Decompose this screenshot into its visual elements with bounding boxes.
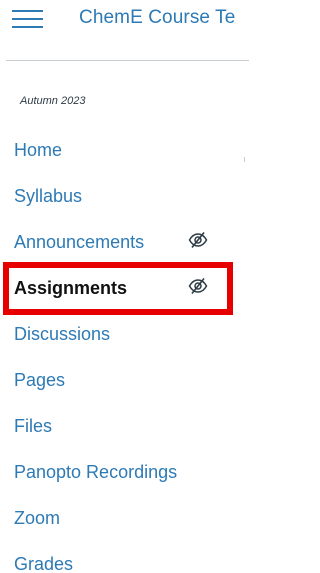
top-bar: ChemE Course Te (0, 0, 253, 40)
nav-item-label: Discussions (14, 323, 111, 344)
hamburger-icon[interactable] (11, 9, 45, 29)
eye-slash-icon (188, 231, 208, 249)
eye-slash-icon (188, 277, 208, 295)
nav-item-label: Zoom (14, 507, 61, 528)
nav-item-label: Pages (14, 369, 66, 390)
term-label: Autumn 2023 (20, 95, 86, 107)
nav-item-pages[interactable]: Pages (0, 357, 253, 403)
nav-item-assignments[interactable]: Assignments (0, 265, 253, 311)
header-divider (6, 60, 249, 61)
course-nav-page: ChemE Course Te Autumn 2023 Home Syllabu… (0, 0, 253, 573)
course-title[interactable]: ChemE Course Te (79, 6, 235, 30)
nav-item-home[interactable]: Home (0, 127, 253, 173)
hamburger-icon-graphic (12, 10, 43, 28)
nav-item-zoom[interactable]: Zoom (0, 495, 253, 541)
nav-item-grades[interactable]: Grades (0, 541, 253, 573)
nav-item-label: Files (14, 415, 53, 436)
nav-item-label: Grades (14, 553, 74, 573)
nav-item-syllabus[interactable]: Syllabus (0, 173, 253, 219)
nav-item-label: Home (14, 139, 63, 160)
nav-item-label: Assignments (14, 277, 128, 298)
nav-item-files[interactable]: Files (0, 403, 253, 449)
nav-item-discussions[interactable]: Discussions (0, 311, 253, 357)
nav-item-announcements[interactable]: Announcements (0, 219, 253, 265)
course-navigation: Home Syllabus Announcements Assignments (0, 127, 253, 573)
nav-item-label: Syllabus (14, 185, 83, 206)
nav-item-label: Panopto Recordings (14, 461, 178, 482)
nav-item-label: Announcements (14, 231, 145, 252)
nav-item-panopto-recordings[interactable]: Panopto Recordings (0, 449, 253, 495)
